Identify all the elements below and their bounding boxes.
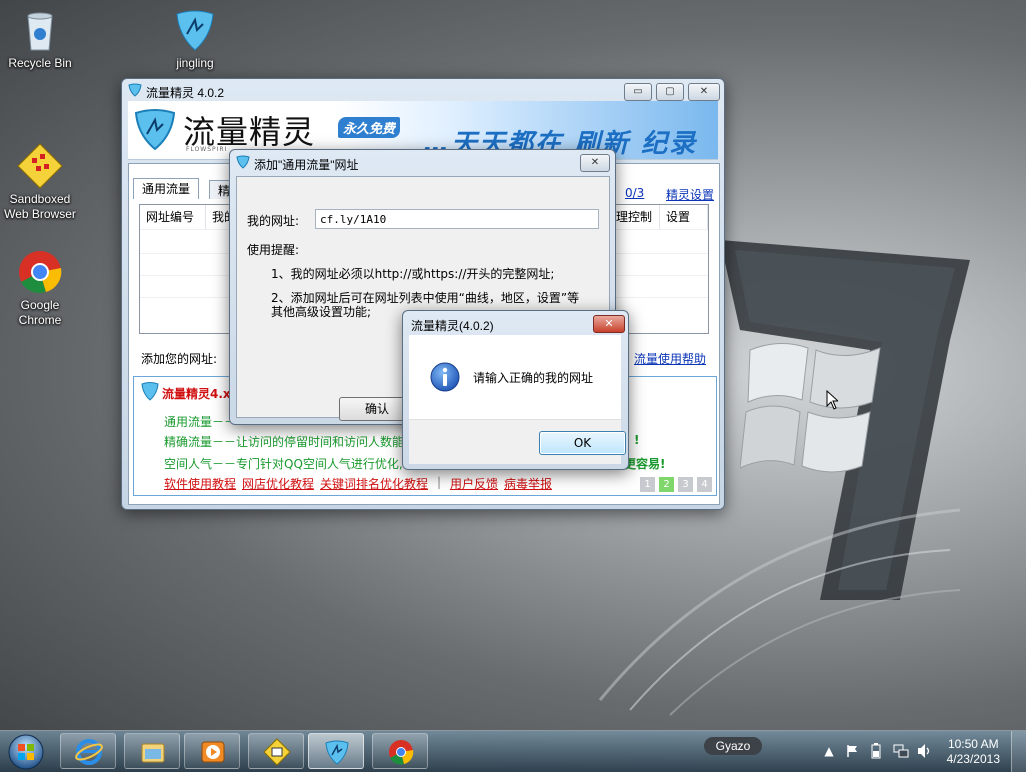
internet-explorer-icon	[75, 739, 103, 765]
mouse-cursor-icon	[826, 390, 838, 410]
ok-button[interactable]: OK	[539, 431, 626, 455]
chrome-icon	[389, 740, 414, 765]
tip-1: 1、我的网址必须以http://或https://开头的完整网址;	[271, 267, 555, 281]
settings-link[interactable]: 精灵设置	[666, 186, 714, 203]
tutorial-link[interactable]: 软件使用教程	[164, 475, 236, 492]
recycle-bin-icon	[16, 6, 64, 54]
show-hidden-icons-button[interactable]: ▲	[822, 744, 836, 758]
taskbar-clock[interactable]: 10:50 AM 4/23/2013	[947, 737, 1000, 767]
message-area: 请输入正确的我的网址	[409, 335, 621, 419]
taskbar-explorer[interactable]	[124, 733, 180, 769]
message-box-title: 流量精灵(4.0.2)	[411, 319, 494, 333]
main-window-title: 流量精灵 4.0.2	[146, 86, 225, 100]
message-box: 流量精灵(4.0.2) ✕ 请输入正确的我的网址 OK	[402, 310, 629, 470]
recycle-bin-label: Recycle Bin	[8, 56, 72, 70]
banner-tag: 永久免费	[338, 117, 401, 138]
tab-general-traffic[interactable]: 通用流量	[133, 178, 200, 199]
app-title-icon	[128, 83, 142, 97]
close-button[interactable]: ✕	[688, 83, 720, 101]
clock-date: 4/23/2013	[946, 752, 1000, 766]
keyword-ranking-link[interactable]: 关键词排名优化教程	[320, 475, 428, 492]
taskbar-sandboxed-browser[interactable]	[248, 733, 304, 769]
page-2[interactable]: 2	[659, 477, 674, 492]
taskbar: Gyazo ▲ 10:50 AM 4/23/2013	[0, 730, 1026, 772]
wallpaper-seven	[720, 240, 970, 600]
add-url-label: 添加您的网址:	[141, 352, 218, 366]
jingling-app-icon	[171, 6, 219, 54]
info-line-qzone: 空间人气－－专门针对QQ空间人气进行优化,	[164, 457, 403, 471]
info-icon	[430, 362, 460, 392]
tips-heading: 使用提醒:	[247, 243, 300, 257]
sandboxed-browser-icon	[16, 127, 64, 189]
column-settings[interactable]: 设置	[660, 205, 708, 229]
my-url-label: 我的网址:	[247, 214, 300, 228]
info-heading: 流量精灵4.x	[162, 387, 231, 401]
link-separator: |	[437, 475, 442, 489]
banner-logo-icon	[134, 109, 176, 151]
battery-icon[interactable]	[870, 743, 882, 759]
my-url-input[interactable]: cf.ly/1A10	[315, 209, 599, 229]
taskbar-media-player[interactable]	[184, 733, 240, 769]
action-center-flag-icon[interactable]	[845, 744, 859, 758]
shop-optimize-link[interactable]: 网店优化教程	[242, 475, 314, 492]
desktop-icon-recycle-bin[interactable]: Recycle Bin	[2, 6, 78, 71]
desktop-icon-jingling[interactable]: jingling	[157, 6, 233, 71]
media-player-icon	[201, 741, 225, 763]
folder-icon	[141, 743, 165, 763]
desktop-icon-google-chrome[interactable]: Google Chrome	[2, 218, 78, 343]
page-1[interactable]: 1	[640, 477, 655, 492]
column-control[interactable]: 理控制	[610, 205, 660, 229]
clock-time: 10:50 AM	[947, 737, 999, 751]
jingling-app-icon	[325, 740, 349, 765]
column-url-id[interactable]: 网址编号	[140, 205, 206, 229]
windows-logo	[740, 343, 881, 473]
add-dialog-title: 添加"通用流量"网址	[254, 158, 359, 172]
banner-subtitle: FLOWSPIRI	[186, 146, 228, 153]
counter-link[interactable]: 0/3	[625, 186, 644, 200]
minimize-button[interactable]: ▭	[624, 83, 652, 101]
tip-2b: 其他高级设置功能;	[271, 305, 372, 319]
message-box-close-button[interactable]: ✕	[593, 315, 625, 333]
sandboxed-browser-icon	[263, 738, 291, 766]
page-3[interactable]: 3	[678, 477, 693, 492]
taskbar-google-chrome[interactable]	[372, 733, 428, 769]
info-logo-icon	[141, 382, 159, 401]
info-tail-1: !	[634, 433, 640, 447]
info-line-general: 通用流量－－	[164, 415, 237, 429]
info-tail-2: 更容易!	[624, 457, 666, 471]
message-text: 请输入正确的我的网址	[473, 371, 594, 385]
google-chrome-label: Google Chrome	[18, 298, 62, 327]
jingling-label: jingling	[176, 56, 214, 70]
taskbar-jingling[interactable]	[308, 733, 364, 769]
feedback-link[interactable]: 用户反馈	[450, 475, 498, 492]
add-dialog-close-button[interactable]: ✕	[580, 154, 610, 172]
message-button-area: OK	[409, 419, 626, 464]
report-virus-link[interactable]: 病毒举报	[504, 475, 552, 492]
traffic-help-link[interactable]: 流量使用帮助	[634, 350, 706, 367]
info-line-precise: 精确流量－－让访问的停留时间和访问人数能	[164, 435, 405, 449]
taskbar-internet-explorer[interactable]	[60, 733, 116, 769]
volume-icon[interactable]	[917, 743, 933, 759]
chrome-icon	[16, 233, 64, 294]
page-4[interactable]: 4	[697, 477, 712, 492]
start-button[interactable]	[6, 732, 46, 772]
gyazo-button[interactable]: Gyazo	[704, 737, 762, 755]
maximize-button[interactable]: ▢	[656, 83, 684, 101]
dialog-title-icon	[236, 155, 250, 169]
show-desktop-button[interactable]	[1011, 731, 1026, 772]
network-icon[interactable]	[893, 743, 909, 759]
